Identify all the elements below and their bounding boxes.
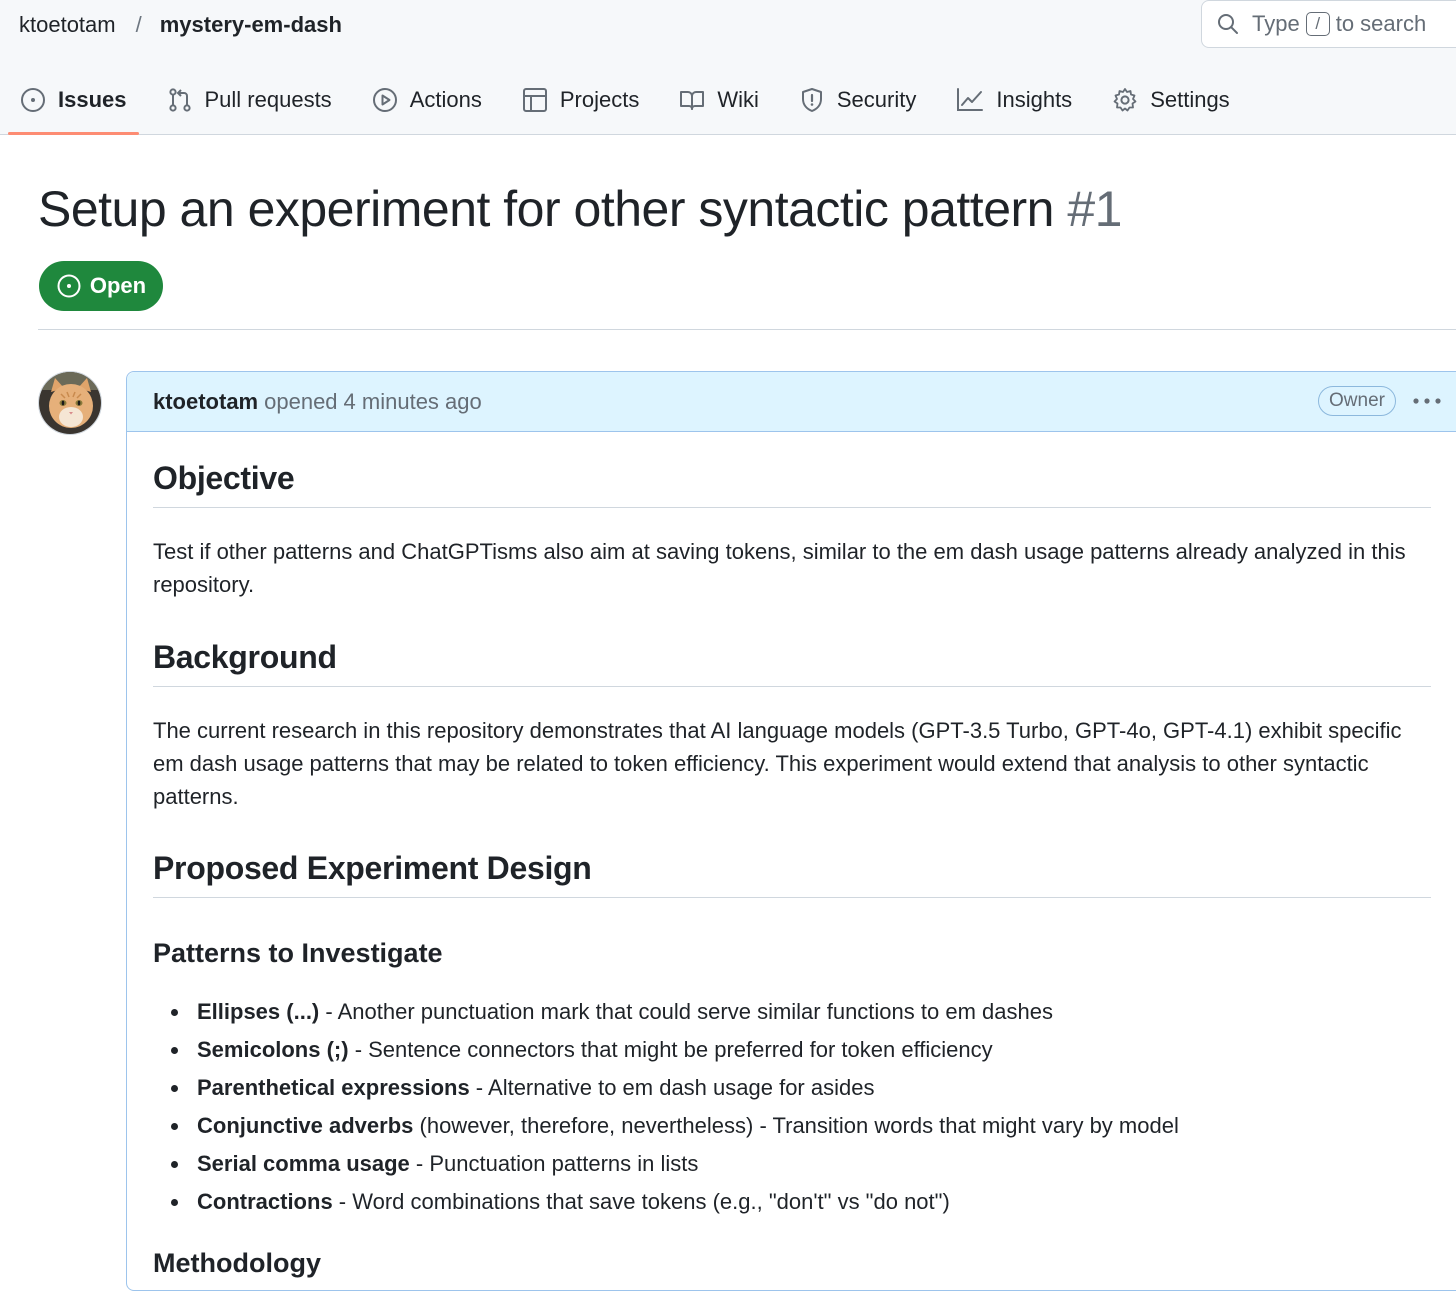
list-item: Ellipses (...) - Another punctuation mar…: [153, 993, 1423, 1031]
tab-label: Security: [836, 87, 917, 112]
objective-heading: Objective: [153, 460, 1431, 508]
tab-projects[interactable]: Projects: [510, 66, 651, 134]
owner-badge: Owner: [1318, 386, 1396, 416]
comment-header: ktoetotam opened 4 minutes ago Owner: [127, 372, 1456, 432]
issue-number: #1: [1067, 181, 1122, 237]
list-item: Semicolons (;) - Sentence connectors tha…: [153, 1031, 1423, 1069]
tab-wiki[interactable]: Wiki: [667, 66, 771, 134]
methodology-heading: Methodology: [153, 1248, 321, 1278]
play-icon: [372, 88, 397, 112]
tab-actions[interactable]: Actions: [360, 66, 494, 134]
search-placeholder-suffix: to search: [1335, 11, 1427, 36]
tab-security[interactable]: Security: [787, 66, 928, 134]
comment-action: opened: [264, 388, 338, 414]
pattern-desc: - Word combinations that save tokens (e.…: [332, 1189, 950, 1214]
issue-icon: [21, 88, 45, 112]
tab-label: Settings: [1150, 87, 1230, 112]
breadcrumb-separator: /: [135, 12, 142, 37]
pattern-desc: - Another punctuation mark that could se…: [319, 999, 1053, 1024]
pattern-term: Parenthetical expressions: [197, 1075, 470, 1100]
tab-label: Actions: [409, 87, 482, 112]
breadcrumb-repo-link[interactable]: mystery-em-dash: [160, 12, 342, 38]
patterns-heading: Patterns to Investigate: [153, 938, 443, 968]
issue-title-text: Setup an experiment for other syntactic …: [38, 181, 1054, 237]
search-shortcut-key: /: [1305, 12, 1330, 36]
tab-label: Projects: [559, 87, 640, 112]
issue-open-icon: [57, 274, 81, 298]
list-item: Parenthetical expressions - Alternative …: [153, 1069, 1423, 1107]
search-placeholder-prefix: Type: [1252, 11, 1300, 36]
repo-nav-tabs: Issues Pull requests Actions Projects Wi…: [8, 66, 1258, 135]
pattern-desc: - Punctuation patterns in lists: [409, 1151, 699, 1176]
pattern-term: Ellipses (...): [197, 999, 320, 1024]
list-item: Contractions - Word combinations that sa…: [153, 1183, 1423, 1221]
graph-icon: [957, 88, 984, 111]
list-item: Serial comma usage - Punctuation pattern…: [153, 1145, 1423, 1183]
pattern-desc: (however, therefore, nevertheless) - Tra…: [413, 1113, 1179, 1138]
comment-options-button[interactable]: [1410, 386, 1444, 416]
tab-issues[interactable]: Issues: [8, 66, 139, 135]
tab-label: Wiki: [717, 87, 759, 112]
search-input[interactable]: Type / to search: [1201, 0, 1456, 48]
issue-title: Setup an experiment for other syntactic …: [38, 180, 1122, 238]
issue-comment: ktoetotam opened 4 minutes ago Owner Obj…: [126, 371, 1456, 1291]
pattern-term: Serial comma usage: [197, 1151, 410, 1176]
pattern-desc: - Alternative to em dash usage for aside…: [469, 1075, 875, 1100]
avatar[interactable]: [38, 371, 102, 435]
status-label: Open: [89, 273, 147, 298]
search-icon: [1218, 14, 1238, 34]
objective-text: Test if other patterns and ChatGPTisms a…: [153, 539, 1406, 597]
pattern-term: Contractions: [197, 1189, 333, 1214]
kebab-horizontal-icon: [1413, 398, 1441, 404]
tab-pull-requests[interactable]: Pull requests: [155, 66, 344, 134]
table-icon: [522, 88, 547, 112]
background-heading: Background: [153, 639, 1431, 687]
tab-label: Insights: [996, 87, 1073, 112]
patterns-list: Ellipses (...) - Another punctuation mar…: [153, 993, 1423, 1221]
shield-icon: [801, 88, 822, 112]
comment-timestamp[interactable]: 4 minutes ago: [344, 389, 482, 415]
repo-header: ktoetotam / mystery-em-dash Type / to se…: [0, 0, 1456, 135]
title-divider: [38, 329, 1456, 330]
breadcrumb-owner-link[interactable]: ktoetotam: [19, 12, 116, 38]
tab-label: Issues: [58, 87, 127, 112]
pattern-desc: - Sentence connectors that might be pref…: [348, 1037, 993, 1062]
background-text: The current research in this repository …: [153, 718, 1402, 809]
tab-label: Pull requests: [204, 87, 332, 112]
cat-avatar-image: [39, 372, 101, 434]
list-item: Conjunctive adverbs (however, therefore,…: [153, 1107, 1423, 1145]
book-icon: [680, 91, 705, 110]
design-heading: Proposed Experiment Design: [153, 850, 1431, 898]
breadcrumb: ktoetotam / mystery-em-dash: [19, 10, 342, 40]
tab-insights[interactable]: Insights: [944, 66, 1084, 134]
pull-request-icon: [168, 88, 191, 112]
pattern-term: Semicolons (;): [197, 1037, 349, 1062]
status-badge: Open: [39, 261, 163, 311]
comment-author-link[interactable]: ktoetotam: [153, 389, 258, 415]
tab-settings[interactable]: Settings: [1100, 66, 1242, 134]
gear-icon: [1113, 88, 1137, 112]
pattern-term: Conjunctive adverbs: [197, 1113, 414, 1138]
